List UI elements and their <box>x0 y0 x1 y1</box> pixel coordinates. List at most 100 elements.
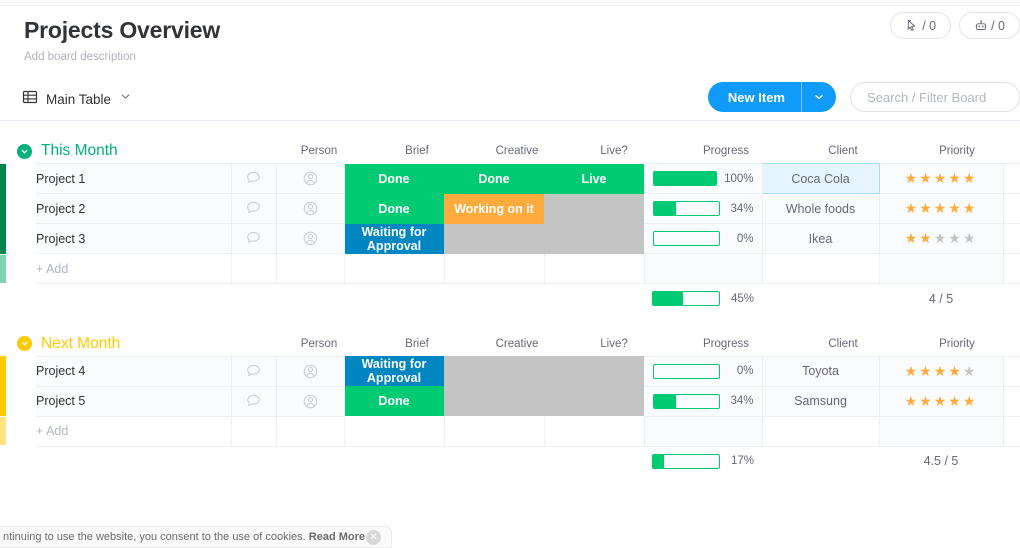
status-cell-live[interactable] <box>544 386 644 416</box>
add-row-blank <box>444 254 544 284</box>
column-header-creative[interactable]: Creative <box>467 139 567 163</box>
column-header-priority[interactable]: Priority <box>907 139 1007 163</box>
item-name-cell[interactable]: Project 1 <box>36 164 231 194</box>
tab-main-table[interactable]: Main Table <box>22 89 132 110</box>
chat-icon[interactable] <box>231 386 276 416</box>
add-column-cell[interactable] <box>1003 356 1020 386</box>
status-cell-creative[interactable] <box>444 386 544 416</box>
group-title[interactable]: Next Month <box>41 335 120 353</box>
table-row[interactable]: Project 2 DoneWorking on it 34%Whole foods… <box>0 194 1020 224</box>
status-cell-brief[interactable]: Waiting for Approval <box>344 356 444 386</box>
status-cell-live[interactable] <box>544 356 644 386</box>
person-avatar-icon[interactable] <box>276 224 344 254</box>
automations-badge[interactable]: / 0 <box>959 12 1020 39</box>
priority-rating-cell[interactable]: ★★★★★ <box>879 224 1003 254</box>
item-name-cell[interactable]: Project 3 <box>36 224 231 254</box>
activity-badge[interactable]: / 0 <box>890 12 951 39</box>
column-header-brief[interactable]: Brief <box>367 332 467 356</box>
chevron-down-icon[interactable] <box>119 90 132 108</box>
person-avatar-icon[interactable] <box>276 164 344 194</box>
add-item-row[interactable]: + Add <box>0 416 1020 446</box>
add-column-cell[interactable] <box>1003 194 1020 224</box>
add-column-cell[interactable] <box>1003 224 1020 254</box>
add-column-cell[interactable] <box>1003 164 1020 194</box>
chat-icon[interactable] <box>231 164 276 194</box>
column-header-brief[interactable]: Brief <box>367 139 467 163</box>
summary-blank <box>344 284 444 314</box>
status-cell-live[interactable] <box>544 194 644 224</box>
item-name-cell[interactable]: Project 2 <box>36 194 231 224</box>
table-row[interactable]: Project 5 Done 34%Samsung★★★★★ <box>0 386 1020 416</box>
person-avatar-icon[interactable] <box>276 356 344 386</box>
group-header: This Month PersonBriefCreativeLive? Progre… <box>0 139 1020 163</box>
new-item-dropdown-icon[interactable] <box>802 82 836 112</box>
status-cell-creative[interactable]: Working on it <box>444 194 544 224</box>
status-cell-creative[interactable] <box>444 356 544 386</box>
summary-progress-cell: 45% <box>644 284 762 314</box>
summary-blank <box>36 284 231 314</box>
item-name-cell[interactable]: Project 5 <box>36 386 231 416</box>
table-icon <box>22 89 38 110</box>
status-cell-brief[interactable]: Done <box>344 164 444 194</box>
add-item-label[interactable]: + Add <box>36 254 231 284</box>
person-avatar-icon[interactable] <box>276 386 344 416</box>
status-cell-creative[interactable] <box>444 224 544 254</box>
client-cell[interactable]: Samsung <box>762 386 879 416</box>
group-title[interactable]: This Month <box>41 142 118 160</box>
column-header-live[interactable]: Live? <box>564 332 664 356</box>
cookie-read-more-link[interactable]: Read More <box>309 531 365 543</box>
add-column-cell[interactable] <box>1003 386 1020 416</box>
progress-label: 0% <box>727 233 754 245</box>
progress-cell[interactable]: 34% <box>644 386 762 416</box>
client-cell[interactable]: Ikea <box>762 224 879 254</box>
search-input[interactable] <box>867 90 1003 105</box>
add-item-row[interactable]: + Add <box>0 254 1020 284</box>
status-cell-brief[interactable]: Done <box>344 194 444 224</box>
chat-icon[interactable] <box>231 224 276 254</box>
status-cell-brief[interactable]: Done <box>344 386 444 416</box>
column-header-person[interactable]: Person <box>269 139 369 163</box>
column-header-creative[interactable]: Creative <box>467 332 567 356</box>
column-header-person[interactable]: Person <box>269 332 369 356</box>
column-header-client[interactable]: Client <box>793 332 893 356</box>
table-row[interactable]: Project 4 Waiting for Approval 0%Toyota★★★… <box>0 356 1020 386</box>
priority-rating-cell[interactable]: ★★★★★ <box>879 386 1003 416</box>
group-collapse-toggle[interactable] <box>17 336 32 351</box>
progress-cell[interactable]: 0% <box>644 224 762 254</box>
add-item-label[interactable]: + Add <box>36 416 231 446</box>
priority-rating-cell[interactable]: ★★★★★ <box>879 164 1003 194</box>
close-icon[interactable]: ✕ <box>366 530 381 545</box>
table-row[interactable]: Project 1DoneDoneLive100%Coca Cola★★★★★ <box>0 164 1020 194</box>
add-row-blank <box>1003 416 1020 446</box>
summary-blank <box>276 284 344 314</box>
group-summary-row: 45%4 / 5 <box>0 284 1020 314</box>
priority-rating-cell[interactable]: ★★★★★ <box>879 194 1003 224</box>
progress-cell[interactable]: 100% <box>644 164 762 194</box>
status-cell-live[interactable] <box>544 224 644 254</box>
star-icon: ★ <box>919 170 934 186</box>
client-cell[interactable]: Coca Cola <box>762 164 879 194</box>
status-cell-brief[interactable]: Waiting for Approval <box>344 224 444 254</box>
client-cell[interactable]: Toyota <box>762 356 879 386</box>
status-cell-live[interactable]: Live <box>544 164 644 194</box>
column-header-progress[interactable]: Progress <box>676 139 776 163</box>
new-item-button[interactable]: New Item <box>708 82 836 112</box>
progress-cell[interactable]: 0% <box>644 356 762 386</box>
group-collapse-toggle[interactable] <box>17 144 32 159</box>
progress-cell[interactable]: 34% <box>644 194 762 224</box>
column-header-client[interactable]: Client <box>793 139 893 163</box>
client-cell[interactable]: Whole foods <box>762 194 879 224</box>
column-header-progress[interactable]: Progress <box>676 332 776 356</box>
chat-icon[interactable] <box>231 194 276 224</box>
table-row[interactable]: Project 3 Waiting for Approval 0% Ikea★★★★★ <box>0 224 1020 254</box>
column-header-priority[interactable]: Priority <box>907 332 1007 356</box>
priority-rating-cell[interactable]: ★★★★★ <box>879 356 1003 386</box>
chat-icon[interactable] <box>231 356 276 386</box>
board-description[interactable]: Add board description <box>24 50 1020 64</box>
search-filter-box[interactable] <box>850 82 1020 112</box>
column-header-live[interactable]: Live? <box>564 139 664 163</box>
item-name-cell[interactable]: Project 4 <box>36 356 231 386</box>
person-avatar-icon[interactable] <box>276 194 344 224</box>
status-cell-creative[interactable]: Done <box>444 164 544 194</box>
add-row-blank <box>762 254 879 284</box>
